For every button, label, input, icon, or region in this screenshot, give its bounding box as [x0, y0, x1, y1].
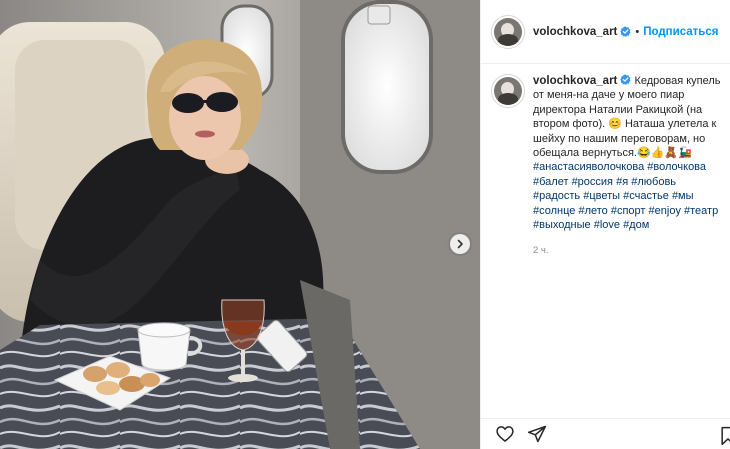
hashtag-link[interactable]: #лето [578, 205, 607, 217]
caption-line: директора Наталии Ракицкой (на [533, 103, 703, 116]
caption-line: втором фото). 😊 Наташа улетела к [533, 118, 717, 131]
hashtag-link[interactable]: #дом [623, 219, 649, 231]
caption-comment: volochkova_art Кедровая купель от меня-н… [491, 74, 730, 259]
hashtag-link[interactable]: #солнце [533, 205, 575, 217]
caption-text: volochkova_art Кедровая купель от меня-н… [533, 74, 730, 259]
separator-dot: • [635, 25, 640, 38]
hashtag-link[interactable]: #спорт [611, 205, 646, 217]
verified-badge-icon [620, 74, 631, 85]
caption-line: шейху по нашим переговорам, но [533, 132, 706, 145]
hashtag-link[interactable]: #волочкова [647, 161, 706, 173]
carousel-next-button[interactable] [450, 234, 470, 254]
follow-button[interactable]: Подписаться [643, 26, 718, 38]
avatar[interactable] [491, 14, 525, 49]
caption-avatar[interactable] [491, 74, 525, 108]
caption-line: обещала вернуться.😂👍🧸🚂 [533, 147, 692, 160]
verified-badge-icon [620, 26, 631, 37]
photo-image [0, 0, 480, 449]
hashtag-link[interactable]: #love [594, 219, 620, 231]
header-username[interactable]: volochkova_art [533, 26, 617, 38]
post-photo[interactable] [0, 0, 480, 449]
hashtag-link[interactable]: #я [616, 176, 628, 188]
hashtag-link[interactable]: #анастасияволочкова [533, 161, 644, 173]
hashtag-link[interactable]: #выходные [533, 219, 591, 231]
caption-line: Кедровая купель [634, 75, 721, 87]
hashtag-list: #анастасияволочкова #волочкова #балет #р… [533, 160, 730, 232]
post-timestamp[interactable]: 2 ч. [533, 244, 730, 258]
like-button[interactable] [494, 423, 516, 445]
action-bar [481, 418, 730, 449]
share-button[interactable] [526, 423, 548, 445]
chevron-right-icon [457, 239, 463, 249]
caption-line: от меня-на даче у моего пиар [533, 89, 685, 102]
caption-username[interactable]: volochkova_art [533, 75, 617, 87]
hashtag-link[interactable]: #россия [572, 176, 613, 188]
paper-plane-icon [527, 425, 547, 443]
post-header: volochkova_art • Подписаться [481, 0, 730, 64]
hashtag-link[interactable]: #радость [533, 190, 580, 202]
hashtag-link[interactable]: #любовь [631, 176, 676, 188]
hashtag-link[interactable]: #enjoy [649, 205, 681, 217]
hashtag-link[interactable]: #балет [533, 176, 569, 188]
hashtag-link[interactable]: #счастье [623, 190, 669, 202]
hashtag-link[interactable]: #театр [684, 205, 718, 217]
heart-icon [496, 426, 514, 442]
bookmark-icon [721, 426, 730, 446]
hashtag-link[interactable]: #мы [672, 190, 694, 202]
hashtag-link[interactable]: #цветы [583, 190, 620, 202]
post-sidebar: volochkova_art • Подписаться volochkova_… [480, 0, 730, 449]
save-button[interactable] [717, 425, 730, 447]
